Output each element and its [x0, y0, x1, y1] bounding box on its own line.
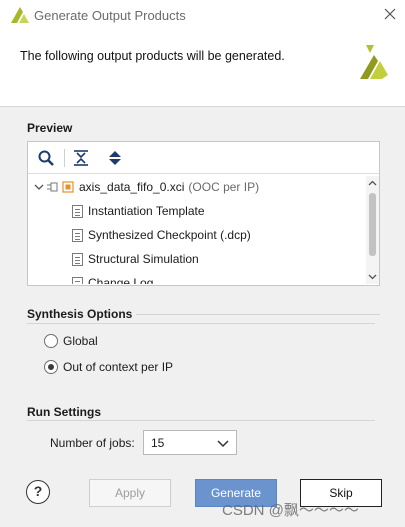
tree-row[interactable]: Synthesized Checkpoint (.dcp) [72, 224, 251, 246]
document-icon [72, 252, 83, 266]
dialog-header: The following output products will be ge… [0, 31, 405, 107]
header-message: The following output products will be ge… [20, 49, 285, 63]
close-icon[interactable] [382, 6, 398, 22]
preview-toolbar [28, 142, 379, 174]
search-icon[interactable] [37, 149, 55, 167]
document-icon [72, 228, 83, 242]
chevron-down-icon[interactable] [34, 182, 44, 192]
radio-out-of-context-circle[interactable] [44, 360, 58, 374]
collapse-all-icon[interactable] [72, 149, 90, 167]
jobs-select[interactable]: 15 [143, 430, 237, 455]
radio-out-of-context-label: Out of context per IP [63, 360, 174, 374]
scroll-up-icon[interactable] [368, 179, 377, 188]
tree-row[interactable]: Change Log [72, 272, 153, 284]
apply-button[interactable]: Apply [89, 479, 171, 507]
document-icon [72, 204, 83, 218]
tree-item-label: Change Log [88, 276, 154, 284]
xilinx-logo-icon [11, 7, 29, 23]
tree-row[interactable]: Structural Simulation [72, 248, 199, 270]
radio-global-circle[interactable] [44, 334, 58, 348]
section-divider [27, 420, 375, 421]
radio-global-label: Global [63, 334, 98, 348]
ip-hierarchy-icon [47, 182, 58, 192]
section-divider [136, 314, 380, 315]
scroll-thumb[interactable] [369, 193, 376, 256]
toolbar-separator [64, 149, 65, 167]
radio-out-of-context[interactable]: Out of context per IP [44, 360, 173, 374]
synthesis-options-label: Synthesis Options [27, 307, 133, 321]
document-icon [72, 276, 83, 284]
watermark: CSDN @飘～～～～ [222, 502, 359, 519]
run-settings-label: Run Settings [27, 405, 101, 419]
jobs-label: Number of jobs: [50, 436, 135, 450]
radio-global[interactable]: Global [44, 334, 98, 348]
tree-item-label: Synthesized Checkpoint (.dcp) [88, 228, 251, 242]
tree-root-suffix: (OOC per IP) [188, 180, 260, 194]
scroll-down-icon[interactable] [368, 272, 377, 281]
tree-row[interactable]: Instantiation Template [72, 200, 205, 222]
preview-panel: axis_data_fifo_0.xci (OOC per IP) Instan… [27, 141, 380, 286]
tree-scrollbar[interactable] [366, 176, 379, 284]
window-title: Generate Output Products [34, 8, 186, 23]
jobs-value: 15 [151, 436, 165, 450]
ip-core-icon [62, 181, 74, 193]
tree-root-name: axis_data_fifo_0.xci [79, 180, 185, 194]
chevron-down-icon[interactable] [217, 440, 229, 448]
expand-all-icon[interactable] [106, 149, 124, 167]
tree-row-root[interactable]: axis_data_fifo_0.xci (OOC per IP) [34, 176, 259, 198]
section-divider [27, 323, 375, 324]
title-bar: Generate Output Products [0, 0, 405, 31]
preview-label: Preview [27, 121, 73, 135]
vivado-brand-icon [360, 45, 388, 79]
tree-item-label: Structural Simulation [88, 252, 199, 266]
help-button[interactable]: ? [26, 480, 50, 504]
tree-item-label: Instantiation Template [88, 204, 205, 218]
output-products-tree: axis_data_fifo_0.xci (OOC per IP) Instan… [28, 176, 366, 284]
